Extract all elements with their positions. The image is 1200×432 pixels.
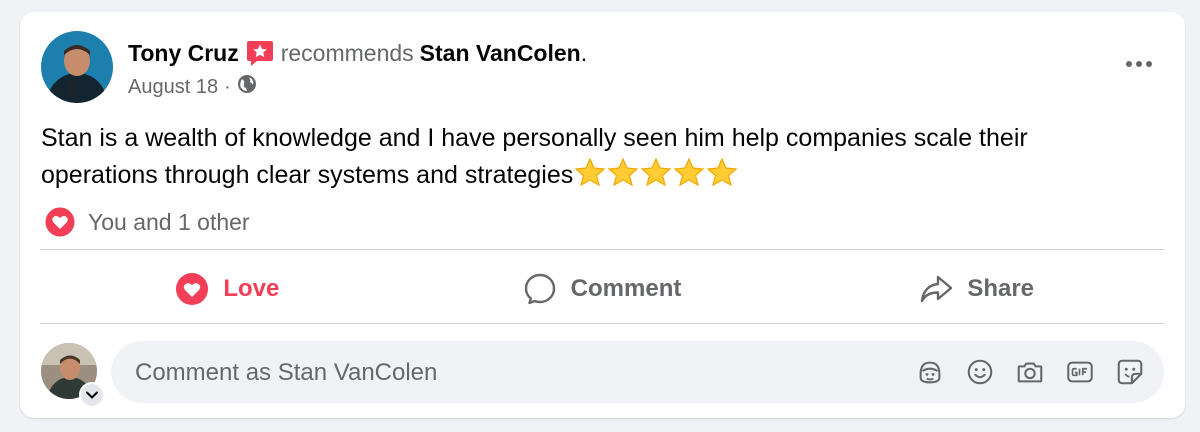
post-meta: August 18 ·	[128, 74, 257, 100]
recommendation-star-icon	[245, 38, 275, 68]
gif-icon	[1067, 361, 1093, 383]
avatar-sticker-icon	[919, 361, 941, 384]
share-button[interactable]: Share	[789, 256, 1164, 322]
author-avatar[interactable]	[41, 31, 113, 103]
composer-tools	[896, 355, 1146, 389]
comment-icon	[524, 273, 555, 305]
chevron-down-icon	[86, 391, 98, 399]
author-name[interactable]: Tony Cruz	[128, 40, 239, 67]
header-period: .	[580, 39, 588, 66]
emoji-icon	[967, 359, 993, 385]
love-label: Love	[223, 275, 280, 302]
avatar-sticker-button[interactable]	[914, 356, 946, 388]
sticker-icon	[1117, 359, 1143, 385]
post-header: Tony Cruz recommends Stan VanColen .	[128, 38, 587, 68]
comment-box	[111, 341, 1164, 405]
divider	[40, 323, 1164, 324]
more-dots-icon	[1126, 61, 1152, 67]
star-icon	[574, 157, 606, 187]
star-rating	[573, 157, 738, 187]
divider	[40, 249, 1164, 250]
star-icon	[640, 157, 672, 187]
post-actions: Love Comment Share	[40, 256, 1164, 322]
post-date[interactable]: August 18	[128, 76, 218, 99]
post-card: Tony Cruz recommends Stan VanColen . Aug…	[20, 12, 1185, 418]
star-icon	[673, 157, 705, 187]
sticker-button[interactable]	[1114, 356, 1146, 388]
comment-button[interactable]: Comment	[415, 256, 790, 322]
meta-separator: ·	[224, 75, 231, 98]
profile-switch-button[interactable]	[79, 382, 105, 408]
love-icon	[176, 273, 209, 305]
star-icon	[607, 157, 639, 187]
share-label: Share	[967, 275, 1035, 302]
recommended-page[interactable]: Stan VanColen	[420, 40, 581, 67]
post-text: Stan is a wealth of knowledge and I have…	[41, 124, 1028, 189]
emoji-button[interactable]	[964, 356, 996, 388]
gif-button[interactable]	[1064, 356, 1096, 388]
comment-label: Comment	[570, 275, 682, 302]
reactions-text: You and 1 other	[88, 208, 250, 235]
share-icon	[921, 275, 953, 303]
love-reaction-icon	[44, 206, 76, 238]
star-icon	[706, 157, 738, 187]
comment-input[interactable]	[133, 341, 837, 405]
recommends-verb: recommends	[280, 39, 414, 66]
post-body: Stan is a wealth of knowledge and I have…	[41, 120, 1151, 194]
camera-button[interactable]	[1014, 356, 1046, 388]
camera-icon	[1017, 362, 1043, 383]
comment-composer	[40, 338, 1164, 408]
globe-icon[interactable]	[237, 74, 257, 100]
more-options-button[interactable]	[1119, 50, 1159, 78]
reactions-summary[interactable]: You and 1 other	[44, 205, 250, 239]
love-button[interactable]: Love	[40, 256, 415, 322]
